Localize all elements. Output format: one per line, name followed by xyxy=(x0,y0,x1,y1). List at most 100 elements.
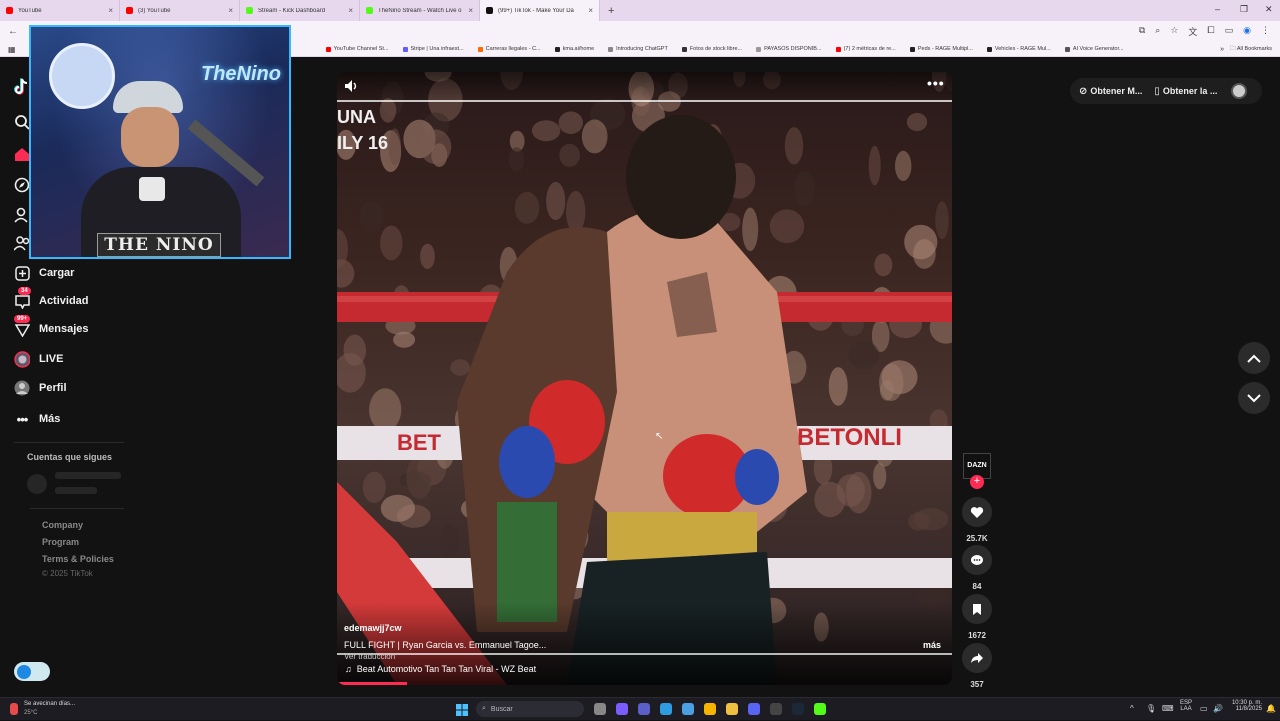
bookmark-item[interactable]: Stripe | Una infraest... xyxy=(402,46,464,52)
volume-icon[interactable] xyxy=(344,79,360,93)
close-tab-icon[interactable]: × xyxy=(108,6,113,15)
notification-bell-icon[interactable]: 🔔 xyxy=(1266,704,1276,713)
install-icon[interactable]: ⧉ xyxy=(1139,25,1145,38)
all-bookmarks[interactable]: 🗀 All Bookmarks xyxy=(1230,45,1272,54)
keyboard-icon[interactable]: ⌨ xyxy=(1162,704,1174,713)
sidebar-item-more[interactable]: ••• Más xyxy=(14,411,61,427)
kick-icon[interactable] xyxy=(814,703,826,715)
footer-link-program[interactable]: Program xyxy=(42,537,79,547)
bookmark-item[interactable]: Peds - RAGE Multipl... xyxy=(909,46,973,52)
copilot-icon[interactable] xyxy=(616,703,628,715)
task-view-icon[interactable] xyxy=(594,703,606,715)
extensions-icon[interactable]: ⧠ xyxy=(1207,25,1214,38)
zoom-icon[interactable]: ⌕ xyxy=(1155,25,1160,38)
photos-icon[interactable] xyxy=(682,703,694,715)
teams-icon[interactable] xyxy=(638,703,650,715)
windows-start-icon[interactable] xyxy=(456,703,468,716)
bookmark-item[interactable]: Carreras llegales - C... xyxy=(477,46,541,52)
close-tab-icon[interactable]: × xyxy=(468,6,473,15)
tiktok-logo-icon[interactable] xyxy=(13,78,29,96)
browser-tab[interactable]: (3) YouTube × xyxy=(120,0,240,21)
translate-link[interactable]: Ver traducción xyxy=(344,652,395,661)
bookmark-item[interactable]: kma.ai/home xyxy=(554,46,594,52)
crowd-figure xyxy=(359,200,384,232)
save-action[interactable]: 1672 xyxy=(962,594,992,640)
plus-square-icon xyxy=(14,265,30,281)
following-icon[interactable] xyxy=(14,207,30,223)
explore-icon[interactable] xyxy=(14,177,30,193)
explorer-icon[interactable] xyxy=(726,703,738,715)
comment-action[interactable]: 84 xyxy=(962,545,992,591)
get-app-button[interactable]: Obtener la ... xyxy=(1163,86,1218,96)
star-icon[interactable]: ☆ xyxy=(1170,25,1178,38)
bookmark-item[interactable]: AI Voice Generator... xyxy=(1064,46,1124,52)
mic-icon[interactable]: 🎙 xyxy=(1146,704,1156,713)
next-video-button[interactable] xyxy=(1238,382,1270,414)
cast-icon[interactable]: ▭ xyxy=(1225,25,1234,38)
sidebar-item-activity[interactable]: 34 Actividad xyxy=(14,287,89,309)
video-author[interactable]: edemawjj7cw xyxy=(344,623,402,633)
taskbar-search[interactable]: ⌕ Buscar xyxy=(476,701,584,717)
caption-more-button[interactable]: más xyxy=(923,640,941,650)
get-coins-button[interactable]: Obtener M... xyxy=(1090,86,1142,96)
speaker-icon[interactable]: 🔊 xyxy=(1213,704,1223,713)
share-icon[interactable] xyxy=(962,643,992,673)
follow-plus-icon[interactable]: + xyxy=(970,475,984,489)
browser-tab[interactable]: Stream - Kick Dashboard × xyxy=(240,0,360,21)
translate-icon[interactable]: 文 xyxy=(1188,25,1197,38)
more-horizontal-icon[interactable]: ••• xyxy=(927,75,945,91)
footer-link-company[interactable]: Company xyxy=(42,520,83,530)
like-action[interactable]: 25.7K xyxy=(962,497,992,543)
steam-icon[interactable] xyxy=(792,703,804,715)
tray-chevron-icon[interactable]: ^ xyxy=(1130,704,1134,713)
edge-icon[interactable] xyxy=(660,703,672,715)
back-icon[interactable]: ← xyxy=(8,26,18,37)
bookmark-item[interactable]: PAYASOS DISPONIB... xyxy=(756,46,822,52)
sidebar-item-profile[interactable]: Perfil xyxy=(14,380,67,396)
search-icon[interactable] xyxy=(14,114,30,130)
bookmark-item[interactable]: Fotos de stock libre... xyxy=(681,46,742,52)
window-close-icon[interactable]: ✕ xyxy=(1265,4,1273,15)
chrome-icon[interactable] xyxy=(704,703,716,715)
close-tab-icon[interactable]: × xyxy=(348,6,353,15)
bookmark-icon[interactable] xyxy=(962,594,992,624)
user-avatar[interactable] xyxy=(1231,83,1248,99)
bookmark-item[interactable]: (7) 2 métricas de re... xyxy=(835,46,896,52)
footer-link-terms[interactable]: Terms & Policies xyxy=(42,554,114,564)
friends-icon[interactable] xyxy=(13,235,30,251)
floating-widget[interactable] xyxy=(14,662,50,681)
sidebar-item-upload[interactable]: Cargar xyxy=(14,265,74,281)
close-tab-icon[interactable]: × xyxy=(588,6,593,15)
comment-icon[interactable] xyxy=(962,545,992,575)
previous-video-button[interactable] xyxy=(1238,342,1270,374)
minimize-icon[interactable]: – xyxy=(1215,4,1220,14)
profile-icon[interactable]: ◉ xyxy=(1243,25,1251,38)
close-tab-icon[interactable]: × xyxy=(228,6,233,15)
home-icon[interactable] xyxy=(14,146,30,162)
browser-tab[interactable]: (99+) TikTok - Make Your Da × xyxy=(480,0,600,21)
heart-icon[interactable] xyxy=(962,497,992,527)
language-indicator[interactable]: ESP LAA xyxy=(1180,700,1192,712)
video-music[interactable]: ♫ Beat Automotivo Tan Tan Tan Viral - WZ… xyxy=(345,664,536,674)
discord-icon[interactable] xyxy=(748,703,760,715)
bookmark-item[interactable]: Vehicles - RAGE Mul... xyxy=(986,46,1051,52)
share-action[interactable]: 357 xyxy=(962,643,992,689)
sidebar-item-messages[interactable]: 99+ Mensajes xyxy=(14,315,89,337)
browser-tab[interactable]: TheNino Stream - Watch Live o × xyxy=(360,0,480,21)
weather-title[interactable]: Se avecinan días... xyxy=(24,701,75,707)
bookmarks-overflow-icon[interactable]: » xyxy=(1220,46,1224,53)
apps-icon[interactable]: ▦ xyxy=(8,45,16,54)
maximize-icon[interactable]: ❐ xyxy=(1240,4,1248,15)
clock[interactable]: 10:30 p. m. 11/8/2025 xyxy=(1228,700,1262,712)
new-tab-button[interactable]: + xyxy=(608,5,614,17)
browser-menu-icon[interactable]: ⋮ xyxy=(1261,25,1270,38)
display-icon[interactable]: ▭ xyxy=(1200,704,1208,713)
bookmark-item[interactable]: YouTube Channel St... xyxy=(325,46,389,52)
video-progress-track[interactable] xyxy=(337,653,952,655)
creator-avatar[interactable]: DAZN + xyxy=(962,453,992,489)
bookmark-item[interactable]: Introducing ChatGPT xyxy=(608,46,668,52)
video-player[interactable]: UNA ILY 16 BET BETONLI ••• edemawjj7cw F… xyxy=(337,72,952,685)
sidebar-item-live[interactable]: LIVE xyxy=(14,350,63,368)
obs-icon[interactable] xyxy=(770,703,782,715)
browser-tab[interactable]: YouTube × xyxy=(0,0,120,21)
